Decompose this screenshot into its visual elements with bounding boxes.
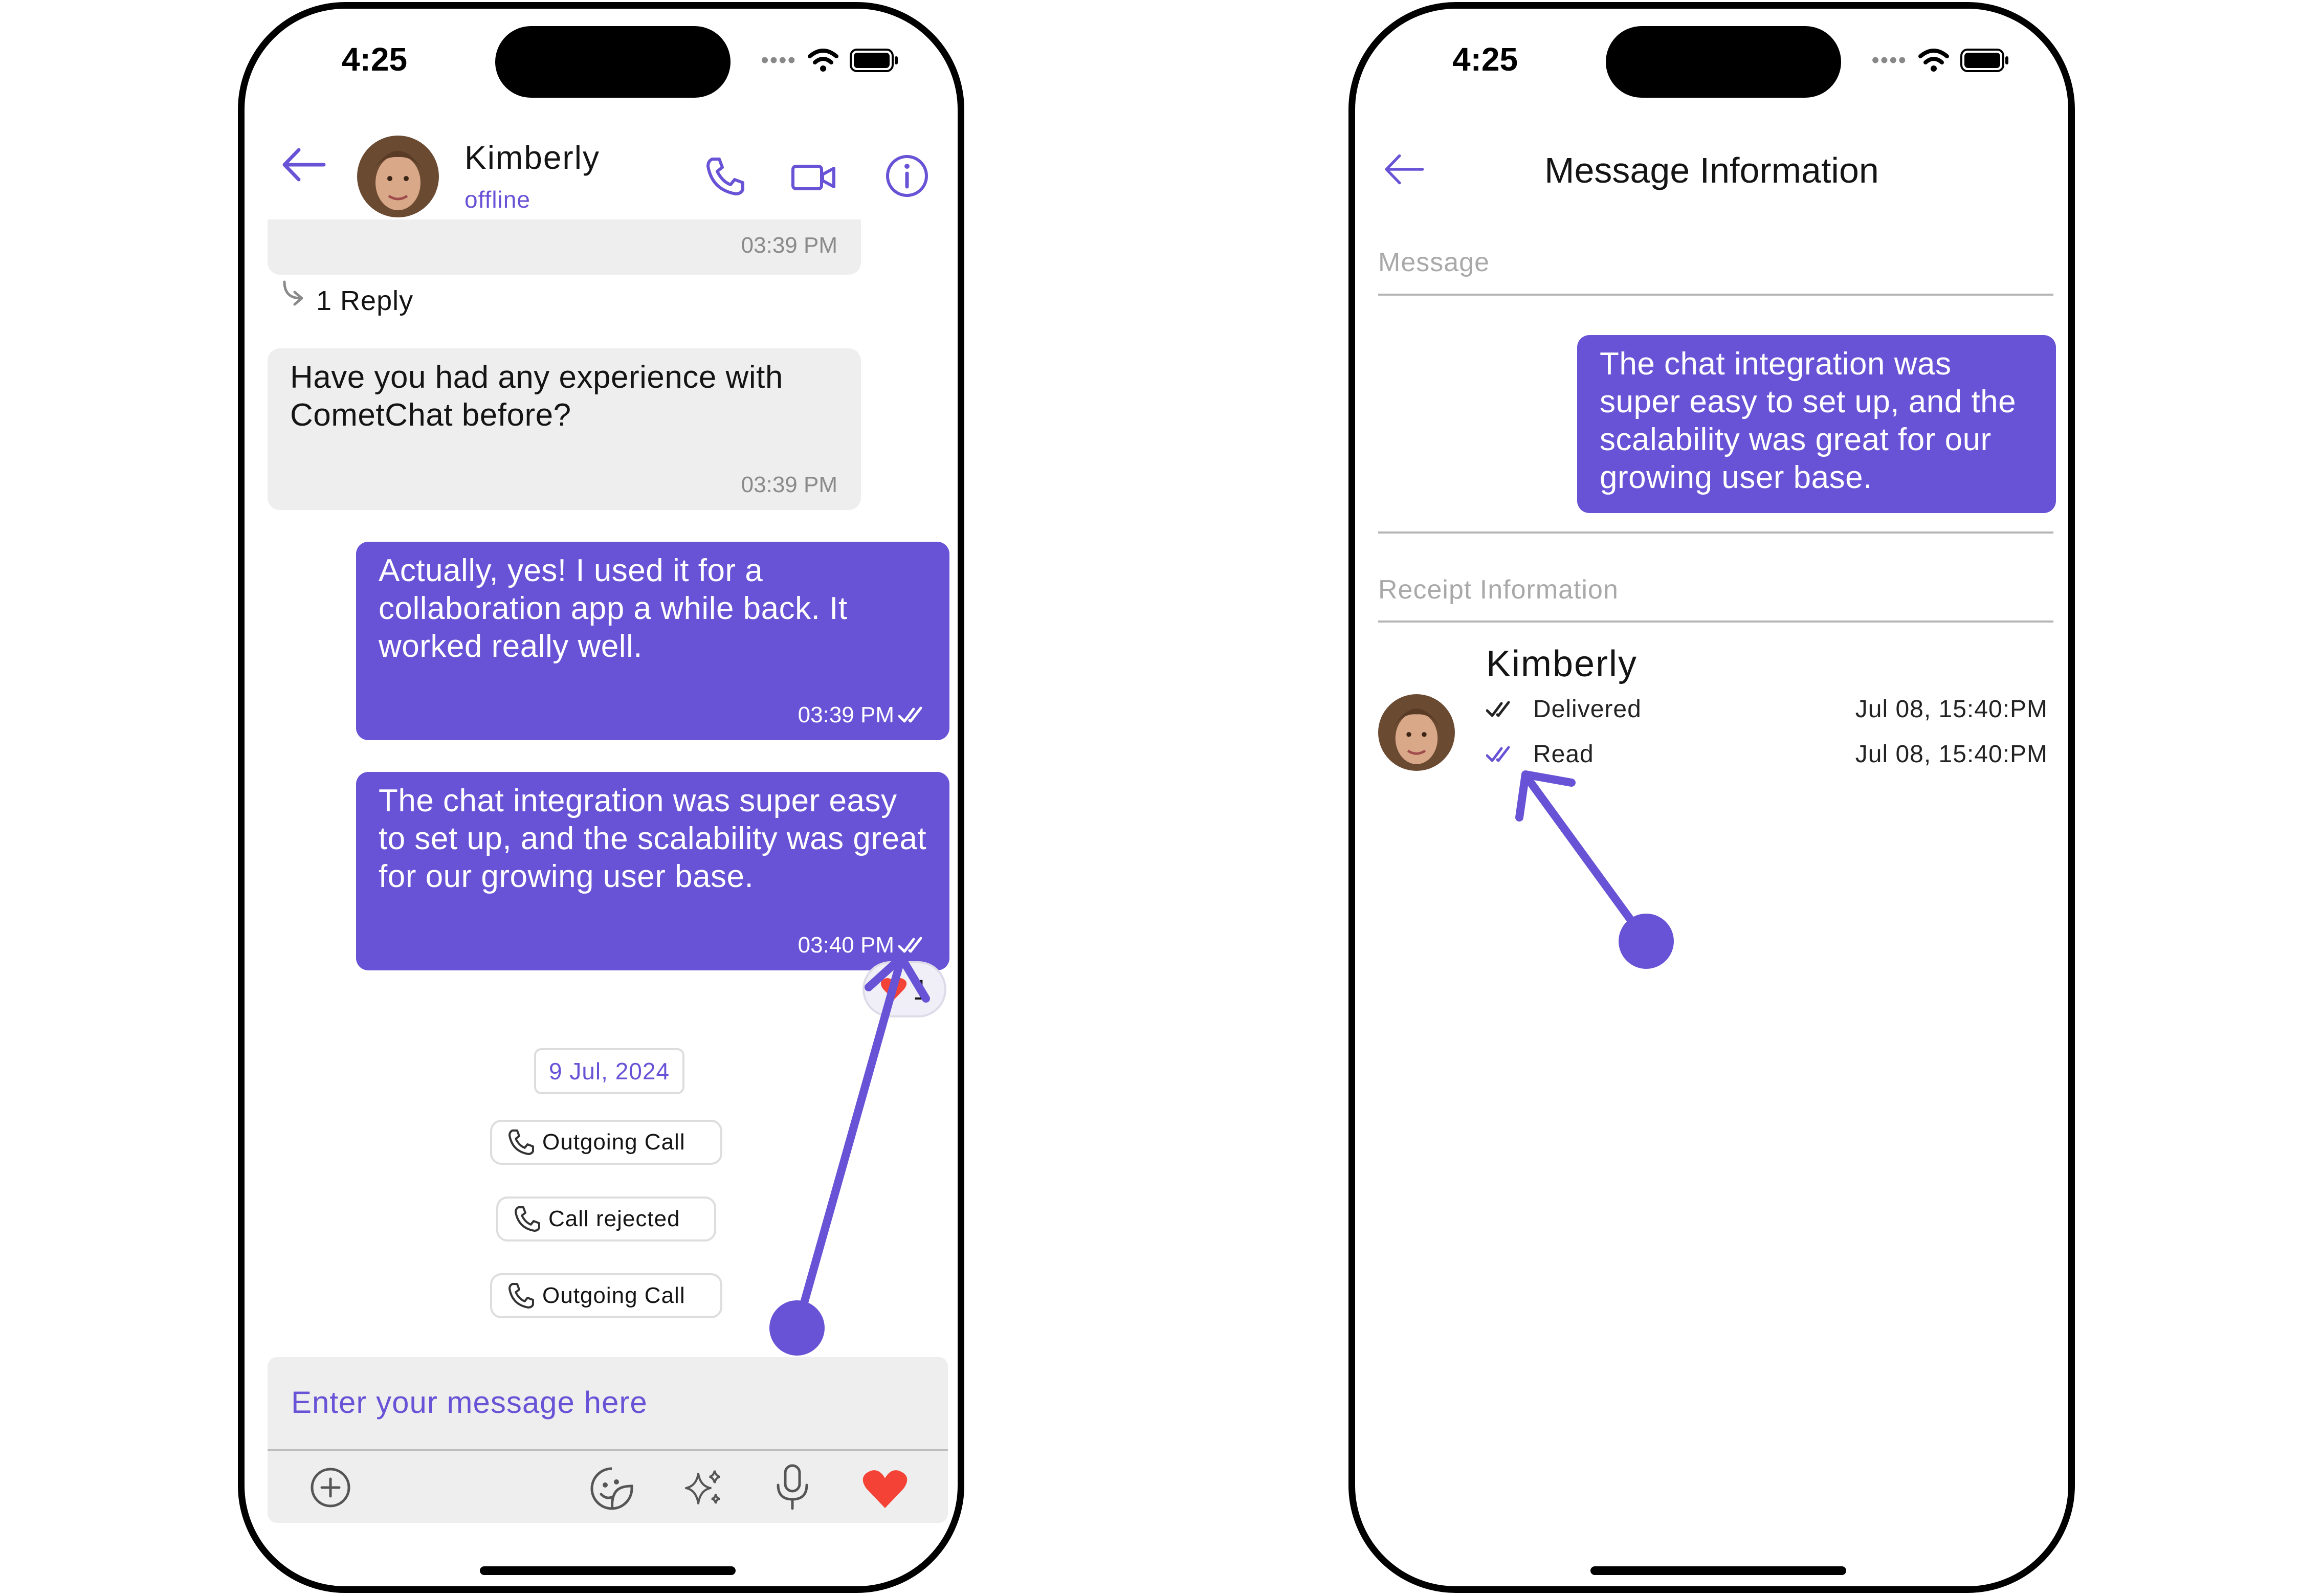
composer-divider (268, 1449, 948, 1451)
phone-icon (515, 1206, 540, 1232)
avatar (1378, 694, 1455, 771)
divider (1378, 294, 2053, 296)
double-check-icon (898, 937, 922, 953)
message-time: 03:39 PM (741, 233, 837, 258)
info-icon[interactable] (884, 153, 930, 199)
phone-icon (508, 1129, 534, 1155)
wifi-icon (1918, 49, 1949, 72)
message-bubble-outgoing: The chat integration was super easy to s… (1577, 335, 2056, 513)
receipt-section-label: Receipt Information (1378, 575, 1619, 605)
message-meta: 03:39 PM (798, 702, 926, 728)
add-icon[interactable] (308, 1466, 352, 1510)
home-indicator (1590, 1566, 1846, 1575)
phone-message-info-screen: 4:25 •••• Message Information Message Th… (1348, 2, 2075, 1593)
message-bubble-partial[interactable]: 03:39 PM (268, 219, 861, 275)
home-indicator (480, 1566, 736, 1575)
read-time: Jul 08, 15:40:PM (1855, 741, 2048, 768)
message-text: The chat integration was super easy to s… (1600, 346, 2017, 495)
message-time: 03:39 PM (798, 702, 894, 727)
ai-sparkle-icon[interactable] (681, 1467, 725, 1511)
voice-call-icon[interactable] (705, 156, 746, 197)
reply-arrow-icon (283, 280, 303, 306)
call-log-item[interactable]: Outgoing Call (490, 1120, 722, 1165)
delivered-time: Jul 08, 15:40:PM (1855, 696, 2048, 723)
status-icons: •••• (761, 48, 899, 73)
page-title: Message Information (1544, 150, 1879, 190)
status-time: 4:25 (342, 41, 408, 78)
message-time: 03:40 PM (798, 933, 894, 958)
message-bubble-outgoing[interactable]: The chat integration was super easy to s… (356, 772, 949, 970)
call-log-item[interactable]: Call rejected (496, 1196, 716, 1242)
divider (1378, 531, 2053, 534)
status-icons: •••• (1871, 48, 2009, 73)
phone-chat-screen: 4:25 •••• Kimberly offline 03:39 PM 1 Re… (238, 2, 964, 1593)
reaction-pill[interactable]: 1 (862, 961, 946, 1017)
back-arrow-icon[interactable] (280, 147, 326, 183)
signal-icon: •••• (761, 48, 796, 73)
double-check-icon (1486, 746, 1510, 762)
signal-icon: •••• (1871, 48, 1907, 73)
read-label: Read (1533, 741, 1594, 768)
message-composer: Enter your message here (268, 1357, 948, 1523)
divider (1378, 620, 2053, 623)
message-text: Actually, yes! I used it for a collabora… (379, 553, 848, 664)
status-time: 4:25 (1452, 41, 1518, 78)
reaction-count: 1 (913, 973, 929, 1006)
delivered-label: Delivered (1533, 696, 1642, 723)
dynamic-island (495, 26, 731, 98)
message-bubble-incoming[interactable]: Have you had any experience with CometCh… (268, 348, 861, 510)
call-label: Call rejected (548, 1206, 680, 1231)
date-separator: 9 Jul, 2024 (534, 1048, 684, 1094)
sticker-icon[interactable] (589, 1466, 635, 1512)
message-input[interactable]: Enter your message here (291, 1385, 648, 1420)
heart-icon[interactable] (861, 1468, 909, 1512)
avatar[interactable] (357, 136, 439, 217)
dynamic-island (1606, 26, 1841, 98)
receipt-user-name: Kimberly (1486, 644, 1638, 684)
call-log-item[interactable]: Outgoing Call (490, 1273, 722, 1318)
message-time: 03:39 PM (741, 472, 837, 497)
double-check-icon (898, 706, 922, 723)
heart-icon (881, 978, 907, 1000)
call-label: Outgoing Call (542, 1283, 685, 1308)
message-meta: 03:40 PM (798, 933, 926, 958)
double-check-icon (1486, 701, 1510, 717)
contact-status: offline (464, 186, 530, 213)
video-call-icon[interactable] (791, 162, 837, 193)
microphone-icon[interactable] (772, 1462, 813, 1512)
message-text: Have you had any experience with CometCh… (290, 360, 783, 433)
contact-name: Kimberly (464, 139, 600, 176)
wifi-icon (808, 49, 838, 72)
message-section-label: Message (1378, 248, 1490, 277)
message-bubble-outgoing[interactable]: Actually, yes! I used it for a collabora… (356, 542, 949, 740)
battery-icon (1960, 49, 2008, 72)
phone-icon (508, 1283, 534, 1309)
battery-icon (850, 49, 898, 72)
message-text: The chat integration was super easy to s… (379, 783, 927, 894)
call-label: Outgoing Call (542, 1129, 685, 1155)
reply-count[interactable]: 1 Reply (316, 285, 413, 317)
